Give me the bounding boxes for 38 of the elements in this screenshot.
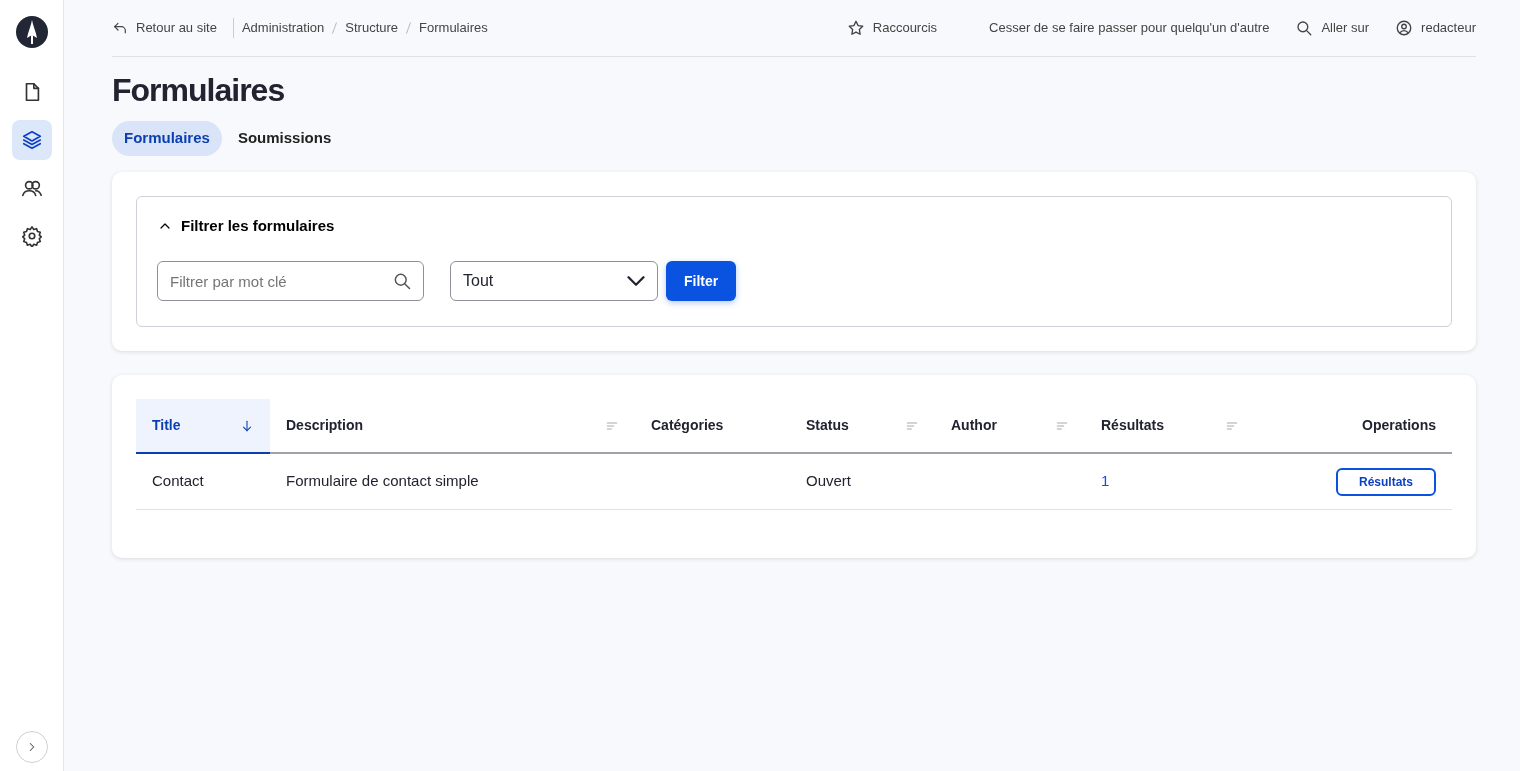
sidebar-item[interactable]: [11, 120, 52, 160]
header-link[interactable]: Aller sur: [1295, 18, 1370, 38]
tab[interactable]: Formulaires: [112, 121, 222, 156]
breadcrumb-link[interactable]: Administration: [241, 18, 325, 38]
column-header[interactable]: Description: [270, 399, 635, 454]
result-count-link[interactable]: 1: [1101, 472, 1110, 490]
arrow-down-icon: [240, 418, 254, 433]
column-header[interactable]: Résultats: [1085, 399, 1255, 454]
column-header[interactable]: Status: [790, 399, 935, 454]
header-link[interactable]: Raccourcis: [846, 18, 938, 38]
results-button[interactable]: Résultats: [1336, 467, 1436, 496]
filter-button[interactable]: Filter: [666, 261, 737, 302]
logo-icon[interactable]: [15, 16, 48, 48]
search-field[interactable]: Filtrer par mot clé: [157, 261, 424, 302]
table-cell: Formulaire de contact simple: [286, 472, 479, 490]
column-header[interactable]: Title: [136, 399, 270, 454]
table-cell: Ouvert: [806, 472, 851, 490]
select-dropdown[interactable]: Tout: [450, 261, 658, 302]
header-link[interactable]: Cesser de se faire passer pour quelqu'un d'autre: [989, 18, 1270, 38]
search-icon: [1295, 19, 1314, 37]
search-icon: [392, 271, 412, 292]
return-arrow-icon: [112, 20, 128, 36]
breadcrumb-link[interactable]: Structure: [345, 18, 399, 38]
back-link[interactable]: Retour au site: [112, 18, 225, 38]
column-header[interactable]: Author: [935, 399, 1085, 454]
filter-toggle[interactable]: Filtrer les formulaires: [157, 214, 335, 238]
user-icon: [1395, 19, 1414, 37]
tab[interactable]: Soumissions: [225, 121, 344, 156]
column-header: Operations: [1255, 399, 1452, 454]
layers-icon: [20, 129, 43, 151]
column-header: Catégories: [635, 399, 790, 454]
table-cell: Contact: [152, 472, 204, 490]
header-link[interactable]: redacteur: [1395, 18, 1476, 38]
settings-icon: [20, 225, 43, 247]
star-icon: [846, 19, 865, 37]
page-title: Formulaires: [112, 71, 286, 110]
breadcrumb-link[interactable]: Formulaires: [419, 18, 488, 38]
chevron-down-icon: [627, 276, 645, 287]
